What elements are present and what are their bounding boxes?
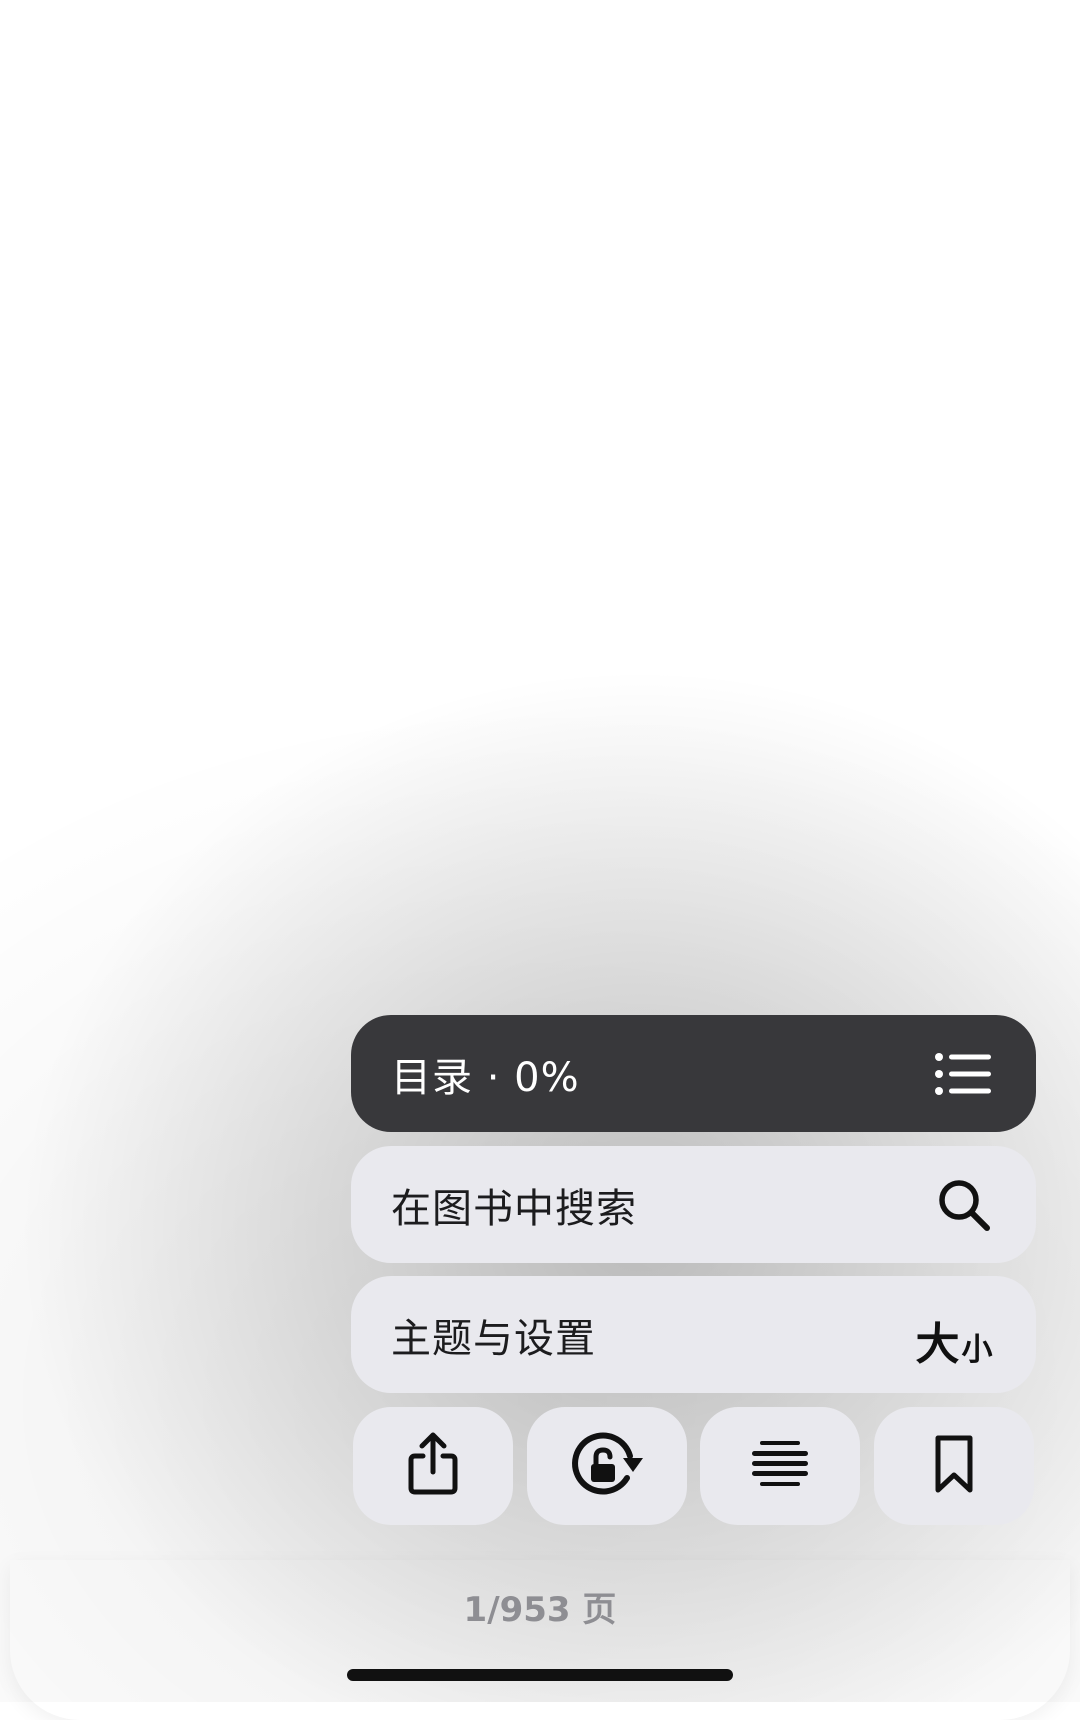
share-button[interactable]: [353, 1407, 513, 1525]
scrolling-view-button[interactable]: [700, 1407, 861, 1525]
toc-label: 目录 · 0%: [391, 1054, 580, 1101]
text-size-big-glyph: 大: [915, 1318, 960, 1370]
scroll-view-icon: [750, 1439, 810, 1493]
search-label: 在图书中搜索: [391, 1185, 637, 1232]
share-icon: [406, 1432, 460, 1500]
theme-label: 主题与设置: [391, 1315, 596, 1362]
action-button-grid: [353, 1407, 1034, 1525]
page-indicator: 1/953 页: [463, 1590, 617, 1630]
search-icon: [932, 1173, 996, 1237]
text-size-icon: 大 小: [912, 1303, 996, 1367]
list-icon: [932, 1042, 996, 1106]
text-size-small-glyph: 小: [961, 1331, 993, 1368]
table-of-contents-button[interactable]: 目录 · 0%: [351, 1015, 1036, 1132]
bookmark-icon: [934, 1434, 974, 1498]
home-indicator[interactable]: [347, 1669, 733, 1681]
rotation-lock-icon: [567, 1428, 647, 1504]
search-in-book-button[interactable]: 在图书中搜索: [351, 1146, 1036, 1263]
bookmark-button[interactable]: [873, 1407, 1034, 1525]
themes-and-settings-button[interactable]: 主题与设置 大 小: [351, 1276, 1036, 1393]
rotation-lock-button[interactable]: [526, 1407, 687, 1525]
